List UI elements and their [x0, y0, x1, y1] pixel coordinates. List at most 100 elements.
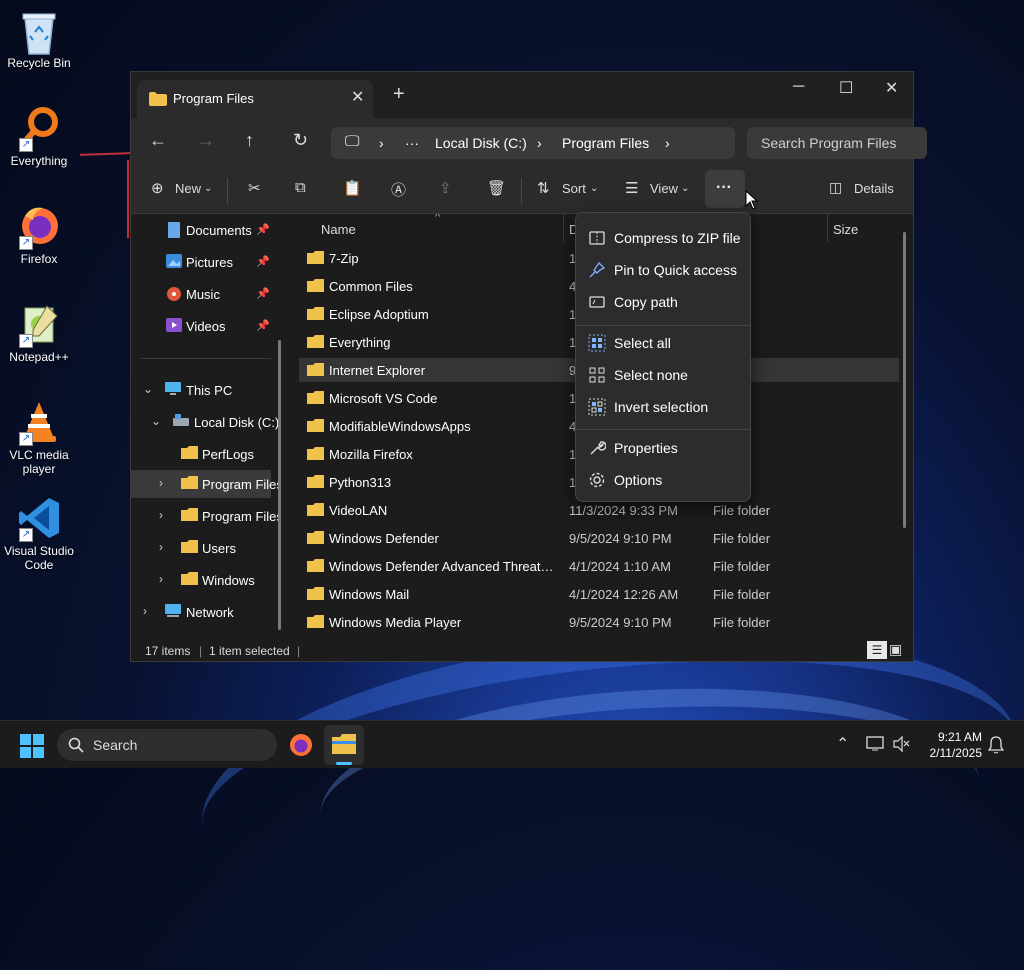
toolbar-divider — [521, 178, 522, 204]
sidebar-item-windows[interactable]: › Windows — [131, 566, 271, 594]
chevron-right-icon: › — [665, 135, 670, 151]
minimize-icon[interactable]: ─ — [793, 78, 804, 96]
rename-icon[interactable]: Ⓐ — [391, 179, 406, 200]
sidebar-item-label: Program Files — [202, 477, 281, 492]
search-icon — [68, 737, 84, 753]
item-count: 17 items — [145, 644, 191, 658]
new-tab-button[interactable]: + — [393, 84, 405, 104]
sidebar-item-label: Local Disk (C:) — [194, 415, 280, 430]
folder-icon — [181, 540, 198, 556]
taskbar: Search ⌃ 9:21 AM 2/11/2025 — [0, 720, 1024, 768]
sidebar-item-users[interactable]: › Users — [131, 534, 271, 562]
folder-icon — [307, 279, 324, 295]
share-icon[interactable]: ⇪ — [439, 179, 452, 197]
chevron-right-icon[interactable]: › — [159, 540, 163, 554]
sidebar-item-videos[interactable]: Videos 📌 — [131, 312, 271, 340]
forward-icon[interactable]: → — [197, 130, 215, 150]
breadcrumb-overflow[interactable]: ··· — [405, 135, 419, 151]
search-input[interactable]: Search Program Files — [747, 127, 927, 159]
folder-icon — [307, 419, 324, 435]
sidebar-item-documents[interactable]: Documents 📌 — [131, 216, 271, 244]
folder-icon — [307, 447, 324, 463]
title-bar: Program Files ✕ + ─ ☐ ✕ — [131, 72, 913, 118]
sidebar-item-network[interactable]: › Network — [131, 598, 271, 626]
desktop-icon-recycle-bin[interactable]: Recycle Bin — [0, 8, 78, 70]
desktop-icon-label: Recycle Bin — [7, 56, 71, 70]
cut-icon[interactable]: ✂ — [248, 179, 261, 197]
file-list-scrollbar[interactable] — [903, 232, 906, 528]
sidebar-divider — [141, 358, 271, 359]
file-row[interactable]: Windows Mail 4/1/2024 12:26 AM File folder — [299, 582, 899, 606]
chevron-right-icon[interactable]: › — [159, 572, 163, 586]
delete-icon[interactable]: 🗑 — [487, 179, 506, 197]
column-divider[interactable] — [563, 214, 564, 242]
up-icon[interactable]: ↑ — [245, 130, 254, 150]
file-explorer-taskbar-button[interactable] — [324, 725, 364, 765]
column-header-name[interactable]: Name — [321, 222, 356, 237]
sidebar-item-local-disk[interactable]: ⌄ Local Disk (C:) — [131, 408, 279, 436]
pin-icon: 📌 — [256, 288, 270, 300]
chevron-down-icon[interactable]: ⌄ — [143, 382, 153, 396]
firefox-taskbar-icon[interactable] — [288, 732, 314, 758]
sidebar-item-music[interactable]: Music 📌 — [131, 280, 271, 308]
menu-item-options[interactable]: Options — [580, 465, 746, 495]
details-button[interactable]: Details — [854, 181, 894, 196]
file-row[interactable]: Windows Defender 9/5/2024 9:10 PM File fol… — [299, 526, 899, 550]
chevron-right-icon[interactable]: › — [159, 508, 163, 522]
pin-icon: 📌 — [256, 256, 270, 268]
maximize-icon[interactable]: ☐ — [839, 78, 853, 98]
chevron-down-icon[interactable]: ⌄ — [151, 414, 161, 428]
breadcrumb-program-files[interactable]: Program Files — [562, 135, 649, 151]
back-icon[interactable]: ← — [149, 130, 167, 150]
sidebar-item-label: Windows — [202, 573, 255, 588]
close-tab-icon[interactable]: ✕ — [351, 87, 364, 107]
sidebar-item-program-files[interactable]: › Program Files — [131, 470, 281, 498]
tab-program-files[interactable]: Program Files ✕ — [137, 80, 373, 118]
chevron-right-icon[interactable]: › — [143, 604, 147, 618]
column-divider[interactable] — [827, 214, 828, 242]
paste-icon[interactable]: 📋 — [343, 179, 362, 197]
copy-path-icon — [589, 296, 605, 308]
desktop-icon-vlc[interactable]: ↗ VLC media player — [0, 400, 78, 476]
clock[interactable]: 9:21 AM 2/11/2025 — [912, 729, 983, 761]
menu-item-invert-selection[interactable]: Invert selection — [580, 392, 746, 422]
view-button[interactable]: View — [650, 181, 678, 196]
chevron-up-icon[interactable]: ⌃ — [836, 734, 849, 754]
menu-item-select-all[interactable]: Select all — [580, 328, 746, 358]
taskbar-search[interactable]: Search — [57, 729, 277, 761]
sidebar-item-program-files-x86[interactable]: › Program Files — [131, 502, 281, 530]
sidebar-scrollbar[interactable] — [278, 340, 281, 630]
breadcrumb[interactable]: 🖵 › ··· Local Disk (C:) › Program Files … — [331, 127, 735, 159]
breadcrumb-local-disk[interactable]: Local Disk (C:) — [435, 135, 527, 151]
network-status-icon[interactable] — [866, 736, 886, 752]
new-button[interactable]: New — [175, 181, 201, 196]
close-window-icon[interactable]: ✕ — [885, 78, 898, 98]
details-view-icon[interactable]: ☰ — [867, 641, 887, 659]
desktop-icon-firefox[interactable]: ↗ Firefox — [0, 204, 78, 266]
chevron-right-icon: › — [379, 135, 384, 151]
desktop-icon-notepadpp[interactable]: ↗ Notepad++ — [0, 302, 78, 364]
column-header-size[interactable]: Size — [833, 222, 858, 237]
sort-button[interactable]: Sort — [562, 181, 586, 196]
desktop-icon-vscode[interactable]: ↗ Visual Studio Code — [0, 496, 78, 572]
notification-bell-icon[interactable] — [988, 736, 1004, 754]
see-more-button[interactable]: ··· — [705, 170, 745, 208]
sidebar-item-pictures[interactable]: Pictures 📌 — [131, 248, 271, 276]
desktop-icon-everything[interactable]: ↗ Everything — [0, 106, 78, 168]
refresh-icon[interactable]: ↻ — [293, 130, 308, 150]
chevron-right-icon[interactable]: › — [159, 476, 163, 490]
sidebar-item-this-pc[interactable]: ⌄ This PC — [131, 376, 271, 404]
menu-item-properties[interactable]: Properties — [580, 433, 746, 463]
menu-item-copy-path[interactable]: Copy path — [580, 287, 746, 317]
folder-icon — [307, 531, 324, 547]
menu-item-select-none[interactable]: Select none — [580, 360, 746, 390]
tiles-view-icon[interactable]: ▣ — [889, 641, 902, 658]
file-row[interactable]: Windows Defender Advanced Threat Pro... 4… — [299, 554, 899, 578]
sidebar-item-perflogs[interactable]: PerfLogs — [131, 440, 271, 468]
file-row[interactable]: Windows Media Player 9/5/2024 9:10 PM File… — [299, 610, 899, 630]
copy-icon[interactable]: ⧉ — [295, 179, 306, 196]
menu-item-pin-quick-access[interactable]: Pin to Quick access — [580, 255, 746, 285]
start-icon[interactable] — [20, 734, 44, 758]
menu-item-compress-zip[interactable]: Compress to ZIP file — [580, 223, 746, 253]
volume-muted-icon[interactable] — [893, 736, 911, 752]
